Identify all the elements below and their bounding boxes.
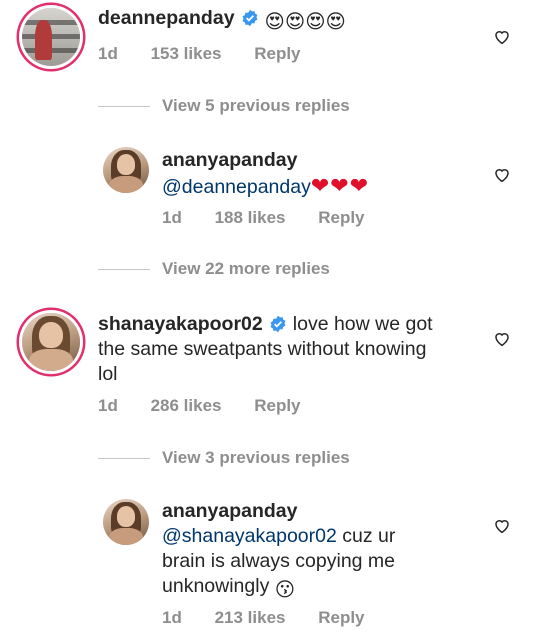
username[interactable]: deannepanday xyxy=(98,7,235,29)
comment-text-part: unknowingly xyxy=(162,575,270,597)
comment-meta: 1d 213 likes Reply xyxy=(162,608,393,628)
comment-text: @shanayakapoor02 cuz ur xyxy=(162,524,395,549)
reply-button[interactable]: Reply xyxy=(254,396,300,415)
red-heart-emoji: ❤❤❤ xyxy=(310,173,370,198)
replies-divider xyxy=(98,106,150,107)
comment-text: the same sweatpants without knowing xyxy=(98,338,427,360)
replies-divider xyxy=(98,458,150,459)
heart-eyes-emoji: 😍😍😍😍 xyxy=(264,11,346,33)
view-more-replies-button[interactable]: View 22 more replies xyxy=(162,259,330,279)
verified-icon xyxy=(242,9,257,27)
comment-text: love how we got xyxy=(292,313,433,335)
view-previous-replies-button[interactable]: View 3 previous replies xyxy=(162,448,350,468)
comment-body: deannepanday 😍😍😍😍 xyxy=(98,6,346,35)
comment-time: 1d xyxy=(98,44,118,63)
likes-count[interactable]: 213 likes xyxy=(215,608,286,627)
username[interactable]: ananyapanday xyxy=(162,500,297,522)
comment-text: lol xyxy=(98,363,118,385)
replies-divider xyxy=(98,269,150,270)
comment-text-part: cuz ur xyxy=(336,525,396,547)
avatar-ananyapanday[interactable] xyxy=(103,147,149,193)
comment-body: shanayakapoor02 love how we got xyxy=(98,312,433,337)
mention-link[interactable]: @deannepanday xyxy=(162,176,311,198)
comment-meta: 1d 153 likes Reply xyxy=(98,44,329,64)
comment-body: ananyapanday xyxy=(162,499,297,524)
heart-outline-icon[interactable] xyxy=(493,517,511,535)
verified-icon xyxy=(270,315,286,333)
username[interactable]: ananyapanday xyxy=(162,149,297,171)
likes-count[interactable]: 153 likes xyxy=(151,44,222,63)
view-previous-replies-button[interactable]: View 5 previous replies xyxy=(162,96,350,116)
comment-time: 1d xyxy=(162,208,182,227)
likes-count[interactable]: 286 likes xyxy=(151,396,222,415)
likes-count[interactable]: 188 likes xyxy=(215,208,286,227)
mention-link[interactable]: @shanayakapoor02 xyxy=(162,525,337,547)
comment-body: ananyapanday xyxy=(162,148,297,173)
heart-outline-icon[interactable] xyxy=(493,330,511,348)
reply-button[interactable]: Reply xyxy=(318,208,364,227)
comment-time: 1d xyxy=(162,608,182,627)
avatar-shanayakapoor02[interactable] xyxy=(22,313,80,371)
username[interactable]: shanayakapoor02 xyxy=(98,313,263,335)
avatar-ananyapanday[interactable] xyxy=(103,499,149,545)
reply-button[interactable]: Reply xyxy=(254,44,300,63)
comment-meta: 1d 286 likes Reply xyxy=(98,396,329,416)
comment-text: brain is always copying me xyxy=(162,550,396,572)
avatar-deannepanday[interactable] xyxy=(22,8,80,66)
comment-meta: 1d 188 likes Reply xyxy=(162,208,393,228)
heart-outline-icon[interactable] xyxy=(493,28,511,46)
heart-outline-icon[interactable] xyxy=(493,166,511,184)
comment-text: @deannepanday❤❤❤ xyxy=(162,173,369,200)
kissing-face-emoji: 😗 xyxy=(274,579,296,601)
comment-text: unknowingly 😗 xyxy=(162,574,295,603)
comment-time: 1d xyxy=(98,396,118,415)
reply-button[interactable]: Reply xyxy=(318,608,364,627)
